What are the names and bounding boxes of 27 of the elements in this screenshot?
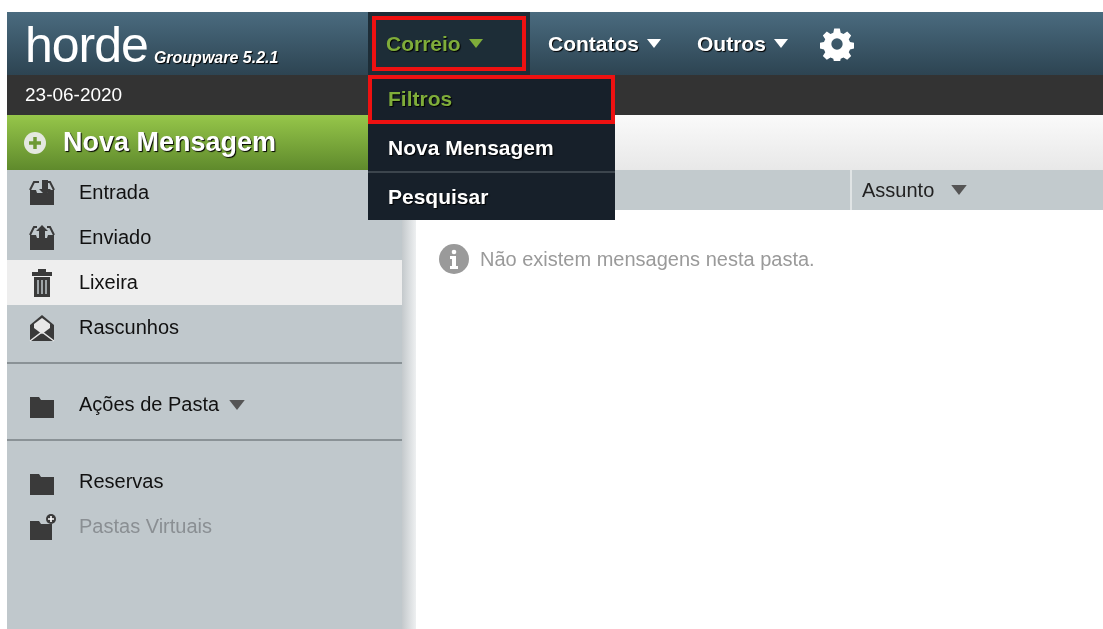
folder-plus-icon xyxy=(27,511,57,542)
info-icon xyxy=(438,243,470,275)
logo: horde xyxy=(25,23,148,67)
caret-icon xyxy=(468,39,483,48)
caret-icon xyxy=(229,399,246,410)
open-envelope-icon xyxy=(27,312,57,343)
menu-item[interactable]: Nova Mensagem xyxy=(368,124,615,173)
nav-menu[interactable]: Outros xyxy=(679,12,806,75)
column-header[interactable]: Assunto xyxy=(852,170,969,210)
folder-item[interactable]: Reservas xyxy=(7,459,402,504)
plus-icon xyxy=(23,130,47,155)
outbox-icon xyxy=(27,222,57,253)
product-version: Groupware 5.2.1 xyxy=(153,49,279,67)
caret-icon xyxy=(647,39,661,48)
settings-icon[interactable] xyxy=(819,26,854,61)
nav-menu[interactable]: Contatos xyxy=(530,12,679,75)
folder-item[interactable]: Rascunhos xyxy=(7,305,402,350)
inbox-icon xyxy=(27,177,57,208)
menu-item[interactable]: Filtros xyxy=(368,75,615,124)
folder-item[interactable]: Ações de Pasta xyxy=(7,382,402,427)
sort-icon xyxy=(950,185,969,195)
caret-icon xyxy=(773,39,788,48)
folder-item[interactable]: Lixeira xyxy=(7,260,402,305)
empty-message: Não existem mensagens nesta pasta. xyxy=(480,247,815,271)
nav-menu[interactable]: Correio xyxy=(368,12,530,75)
folder-item[interactable]: Entrada xyxy=(7,170,368,215)
date-text: 23-06-2020 xyxy=(25,84,123,106)
